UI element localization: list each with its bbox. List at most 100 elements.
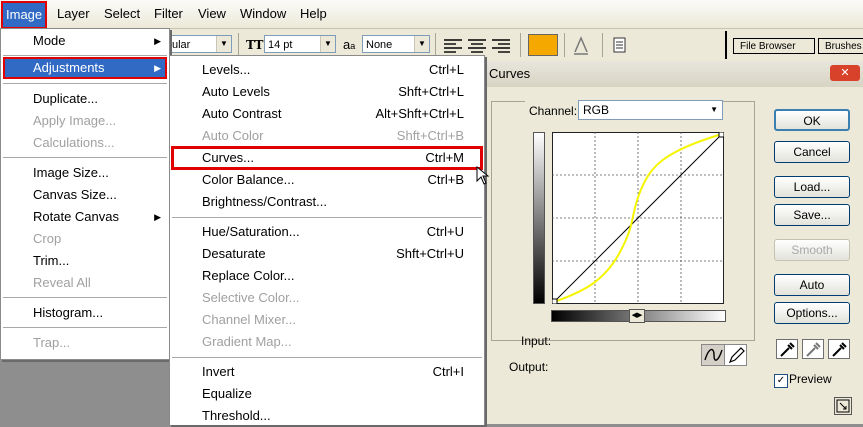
antialias-select[interactable]: None ▼ — [362, 35, 430, 53]
channel-label: Channel: — [525, 101, 582, 121]
menu-item-auto-contrast[interactable]: Auto Contrast Alt+Shft+Ctrl+L — [172, 103, 482, 125]
menu-item-desaturate[interactable]: Desaturate Shft+Ctrl+U — [172, 243, 482, 265]
gradient-toggle-icon[interactable]: ◀▶ — [629, 309, 645, 323]
menu-item-label: Apply Image... — [33, 113, 117, 128]
menu-view[interactable]: View — [198, 0, 226, 28]
menu-item-label: Duplicate... — [33, 91, 99, 106]
menu-item-apply-image[interactable]: Apply Image... — [3, 110, 167, 132]
gray-eyedropper-icon[interactable] — [802, 339, 824, 359]
menu-filter[interactable]: Filter — [154, 0, 183, 28]
menu-separator — [3, 83, 167, 84]
auto-button[interactable]: Auto — [774, 274, 850, 296]
curve-point-white[interactable] — [718, 132, 724, 138]
black-eyedropper-icon[interactable] — [776, 339, 798, 359]
curve-tool-icon[interactable] — [702, 345, 725, 365]
channel-select[interactable]: RGB ▼ — [578, 100, 723, 120]
menu-item-channel-mixer[interactable]: Channel Mixer... — [172, 309, 482, 331]
menu-item-curves[interactable]: Curves... Ctrl+M — [171, 146, 483, 170]
channel-value: RGB — [583, 103, 610, 117]
output-label: Output: — [509, 360, 549, 374]
menu-item-label: Image Size... — [33, 165, 109, 180]
save-button[interactable]: Save... — [774, 204, 850, 226]
menu-item-reveal-all[interactable]: Reveal All — [3, 272, 167, 294]
tab-file-browser[interactable]: File Browser — [733, 38, 815, 54]
expand-dialog-icon[interactable] — [834, 397, 852, 415]
menu-separator — [3, 297, 167, 298]
curve-graph[interactable] — [552, 132, 724, 304]
menu-item-label: Invert — [202, 364, 235, 379]
menu-item-label: Adjustments — [33, 60, 105, 75]
ok-button[interactable]: OK — [774, 109, 850, 131]
curve-point-black[interactable] — [552, 298, 558, 304]
menu-item-shortcut: Alt+Shft+Ctrl+L — [375, 106, 464, 121]
menu-item-trap[interactable]: Trap... — [3, 332, 167, 354]
menu-item-mode[interactable]: Mode ▶ — [3, 30, 167, 52]
menu-item-invert[interactable]: Invert Ctrl+I — [172, 361, 482, 383]
menu-select[interactable]: Select — [104, 0, 140, 28]
menu-item-label: Trim... — [33, 253, 70, 268]
adjustments-submenu: Levels... Ctrl+L Auto Levels Shft+Ctrl+L A… — [169, 55, 485, 425]
palettes-icon[interactable] — [612, 36, 628, 54]
menu-item-label: Auto Color — [202, 128, 264, 143]
font-size-value: 14 pt — [268, 39, 293, 51]
tab-brushes[interactable]: Brushes — [818, 38, 863, 54]
menu-item-brightness-contrast[interactable]: Brightness/Contrast... — [172, 191, 482, 213]
menu-item-shortcut: Shft+Ctrl+U — [396, 246, 464, 261]
close-icon[interactable]: ✕ — [830, 65, 860, 81]
submenu-arrow-icon: ▶ — [154, 36, 161, 46]
cancel-button[interactable]: Cancel — [774, 141, 850, 163]
menu-item-color-balance[interactable]: Color Balance... Ctrl+B — [172, 169, 482, 191]
menu-item-rotate-canvas[interactable]: Rotate Canvas ▶ — [3, 206, 167, 228]
menu-item-shortcut: Ctrl+U — [426, 224, 464, 239]
menu-help[interactable]: Help — [300, 0, 327, 28]
menu-item-label: Reveal All — [33, 275, 91, 290]
menu-item-duplicate[interactable]: Duplicate... — [3, 88, 167, 110]
pencil-icon[interactable] — [725, 345, 747, 365]
font-size-select[interactable]: 14 pt ▼ — [264, 35, 336, 53]
menu-layer[interactable]: Layer — [57, 0, 90, 28]
menu-item-label: Brightness/Contrast... — [202, 194, 327, 209]
menu-separator — [172, 357, 482, 358]
menu-item-gradient-map[interactable]: Gradient Map... — [172, 331, 482, 353]
chevron-down-icon: ▼ — [414, 36, 429, 52]
load-button[interactable]: Load... — [774, 176, 850, 198]
smooth-button[interactable]: Smooth — [774, 239, 850, 261]
menu-item-replace-color[interactable]: Replace Color... — [172, 265, 482, 287]
menu-item-selective-color[interactable]: Selective Color... — [172, 287, 482, 309]
menu-item-shortcut: Shft+Ctrl+L — [398, 84, 464, 99]
toolbar-separator — [564, 33, 565, 57]
menu-item-calculations[interactable]: Calculations... — [3, 132, 167, 154]
menu-item-crop[interactable]: Crop — [3, 228, 167, 250]
white-eyedropper-icon[interactable] — [828, 339, 850, 359]
warp-text-icon[interactable] — [572, 34, 590, 56]
menu-item-hue-saturation[interactable]: Hue/Saturation... Ctrl+U — [172, 221, 482, 243]
menu-item-image-size[interactable]: Image Size... — [3, 162, 167, 184]
dialog-body: Channel: RGB ▼ ◀▶ Input: Output: OK Canc… — [485, 87, 863, 424]
menu-item-auto-color[interactable]: Auto Color Shft+Ctrl+B — [172, 125, 482, 147]
font-size-icon: TT — [246, 38, 264, 52]
text-color-swatch[interactable] — [528, 34, 558, 56]
input-label: Input: — [521, 334, 552, 348]
menu-item-histogram[interactable]: Histogram... — [3, 302, 167, 324]
menu-item-equalize[interactable]: Equalize — [172, 383, 482, 405]
preview-checkbox[interactable]: ✓ — [774, 374, 788, 388]
menu-item-canvas-size[interactable]: Canvas Size... — [3, 184, 167, 206]
dialog-title: Curves — [489, 66, 531, 81]
text-align-buttons[interactable] — [442, 37, 514, 53]
menu-item-label: Curves... — [202, 150, 255, 165]
menu-item-label: Auto Levels — [202, 84, 270, 99]
menu-item-label: Color Balance... — [202, 172, 295, 187]
menu-item-trim[interactable]: Trim... — [3, 250, 167, 272]
menu-item-auto-levels[interactable]: Auto Levels Shft+Ctrl+L — [172, 81, 482, 103]
chevron-down-icon: ▼ — [216, 36, 231, 52]
menu-item-levels[interactable]: Levels... Ctrl+L — [172, 59, 482, 81]
font-style-select[interactable]: ular ▼ — [168, 35, 232, 53]
menu-item-shortcut: Ctrl+B — [427, 172, 464, 187]
menu-bar: Image Layer Select Filter View Window He… — [0, 0, 863, 29]
options-button[interactable]: Options... — [774, 302, 850, 324]
menu-window[interactable]: Window — [240, 0, 286, 28]
menu-item-adjustments[interactable]: Adjustments ▶ — [3, 57, 167, 79]
font-style-value: ular — [172, 39, 191, 51]
menu-image[interactable]: Image — [1, 1, 48, 29]
toolbar-separator — [238, 33, 239, 57]
